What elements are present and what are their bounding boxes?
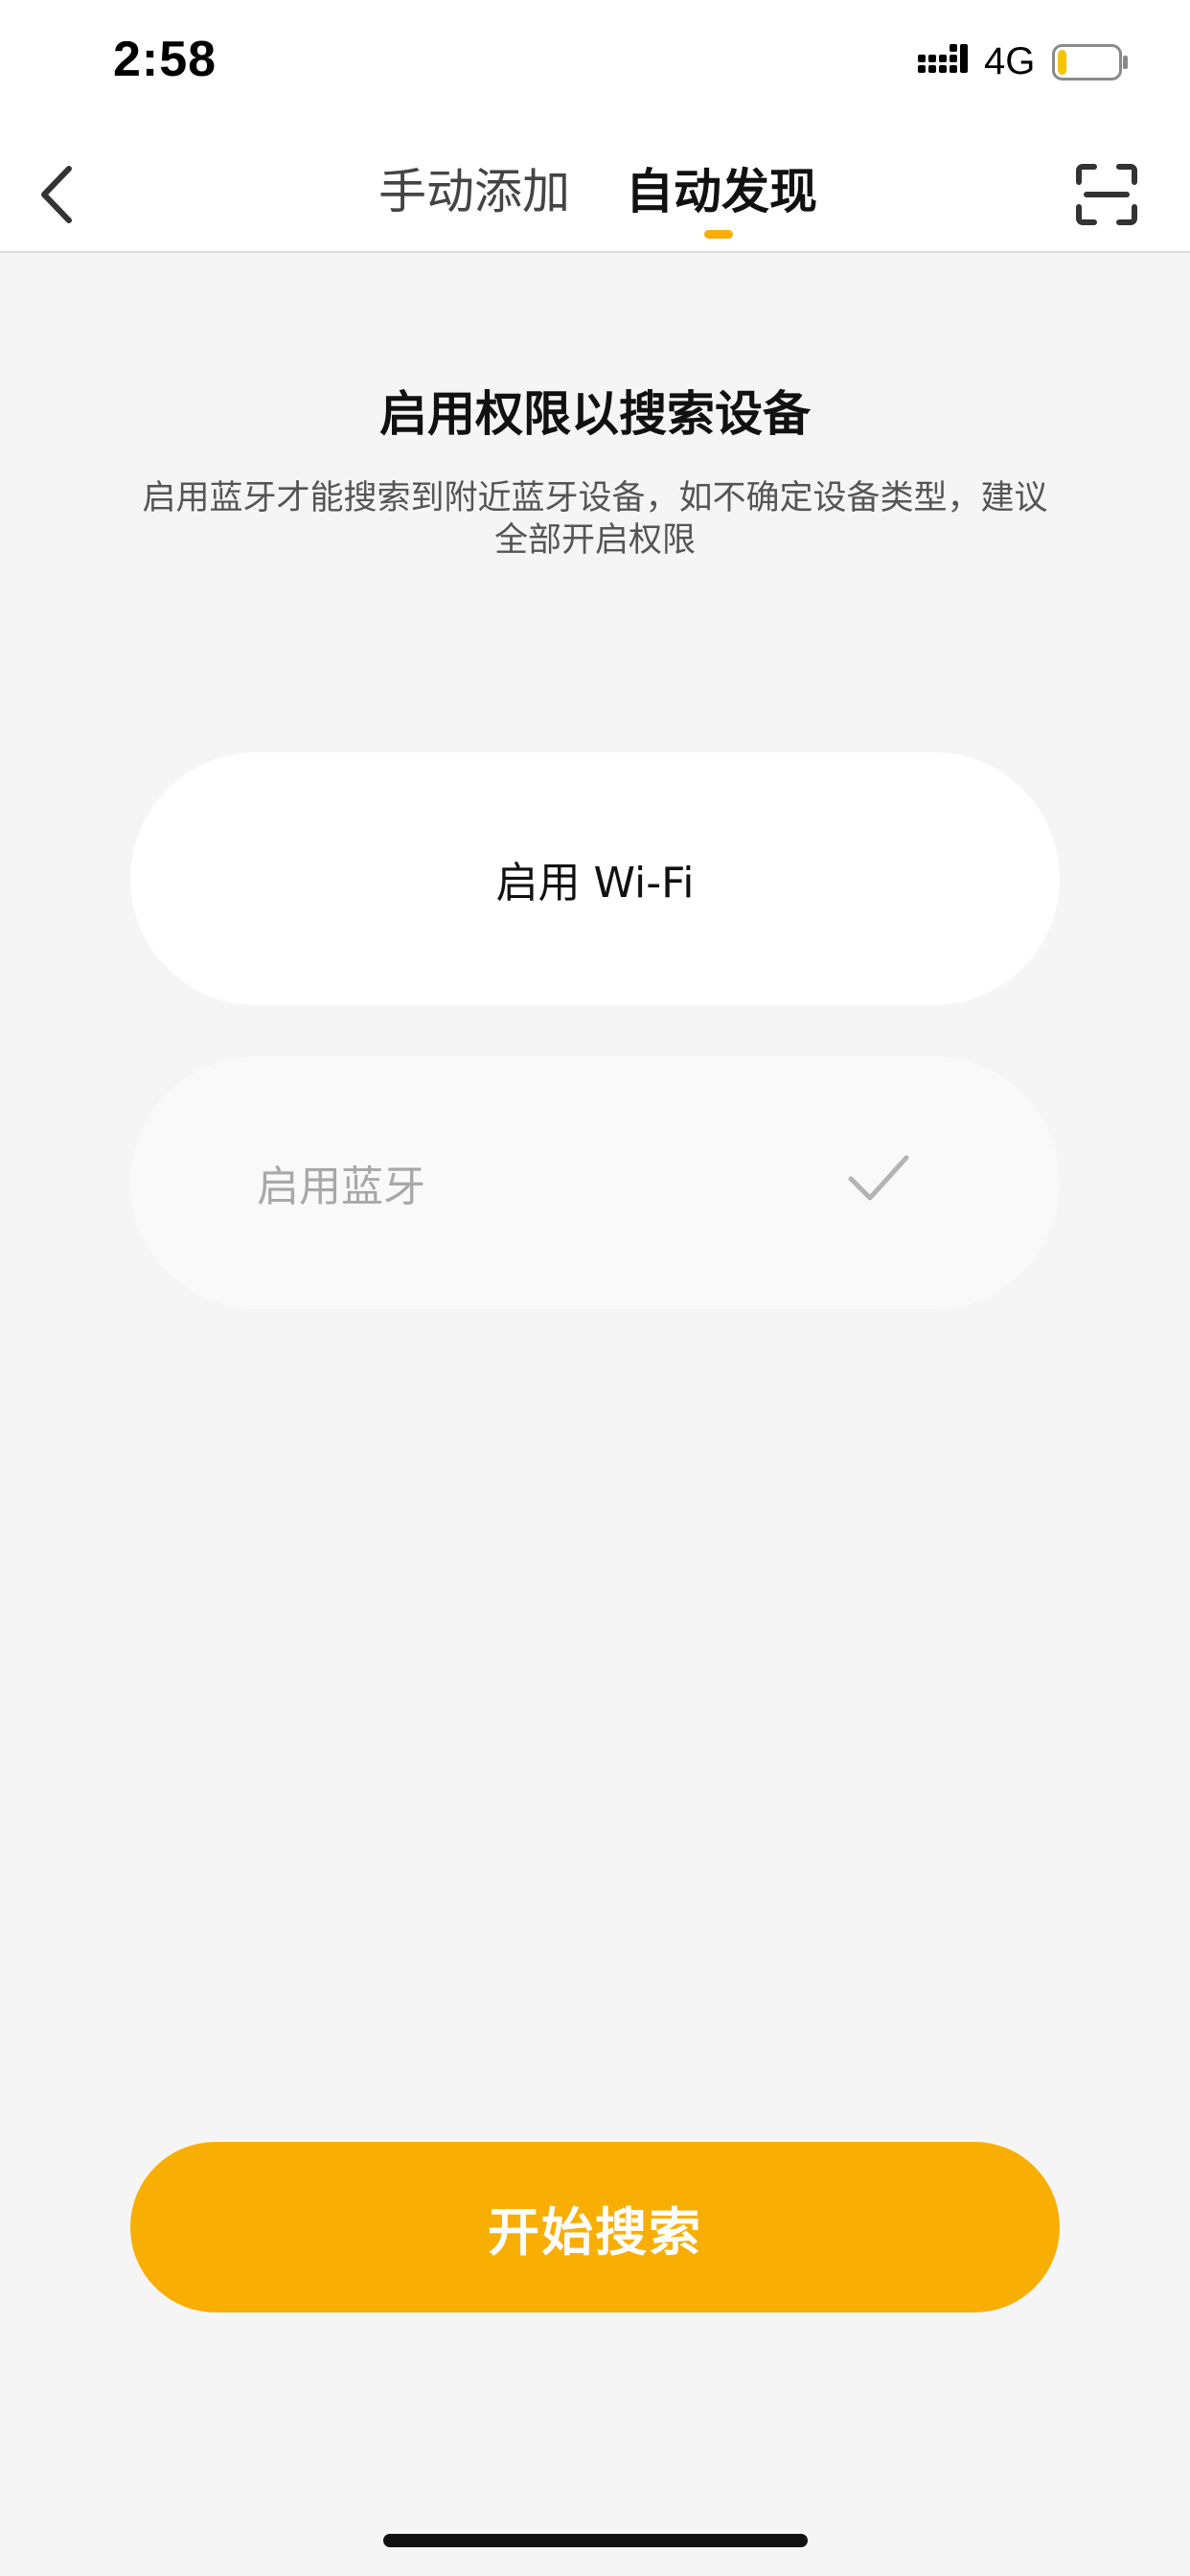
page-title: 启用权限以搜索设备 (379, 386, 811, 442)
enable-wifi-label: 启用 Wi-Fi (495, 859, 695, 908)
tab-manual-add[interactable]: 手动添加 (378, 161, 570, 222)
battery-icon (1052, 44, 1128, 80)
network-type: 4G (984, 40, 1036, 82)
scan-icon[interactable] (1075, 163, 1138, 226)
start-search-button[interactable]: 开始搜索 (130, 2142, 1060, 2312)
enable-wifi-button[interactable]: 启用 Wi-Fi (130, 752, 1060, 1005)
enable-bluetooth-label: 启用蓝牙 (257, 1162, 425, 1211)
tab-auto-discover[interactable]: 自动发现 (626, 161, 817, 222)
nav-header: 手动添加 自动发现 (0, 134, 1190, 253)
status-time: 2:58 (113, 32, 217, 87)
home-indicator (383, 2534, 808, 2547)
page-description: 启用蓝牙才能搜索到附近蓝牙设备，如不确定设备类型，建议全部开启权限 (142, 479, 1048, 560)
active-tab-indicator (704, 230, 733, 239)
enable-bluetooth-button[interactable]: 启用蓝牙 (130, 1056, 1060, 1309)
status-bar: 2:58 4G (0, 0, 1190, 134)
check-icon (848, 1155, 909, 1201)
cellular-signal-icon (918, 44, 968, 73)
back-icon[interactable] (29, 161, 86, 228)
